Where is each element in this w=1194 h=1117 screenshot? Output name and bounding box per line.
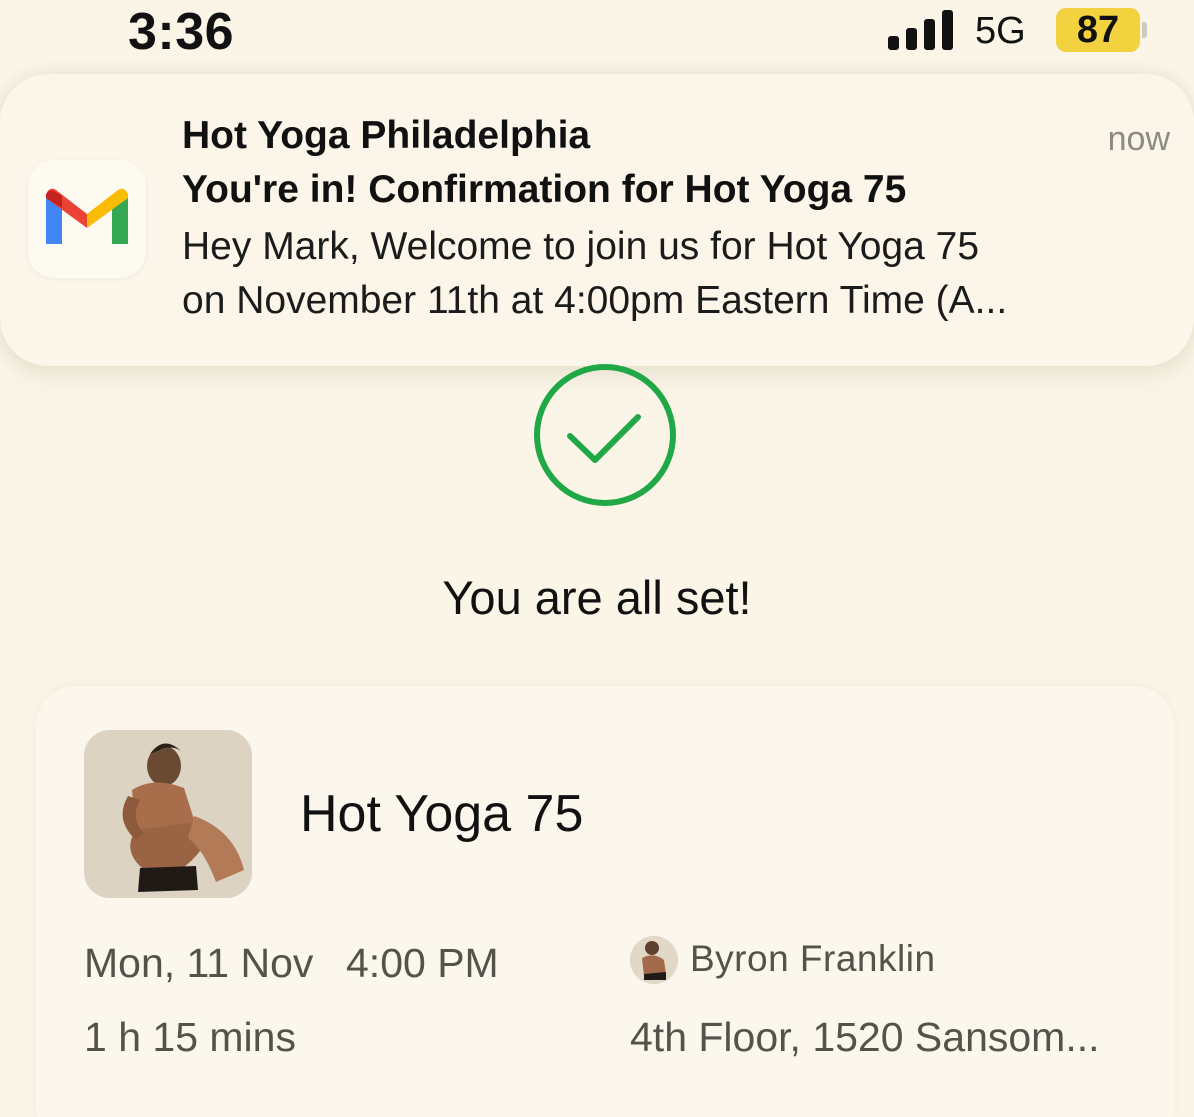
cellular-signal-icon [888,10,954,50]
notification-subject: You're in! Confirmation for Hot Yoga 75 [182,168,907,211]
notification-body-line-1: Hey Mark, Welcome to join us for Hot Yog… [182,225,980,268]
battery-level: 87 [1076,9,1120,51]
class-date: Mon, 11 Nov [84,940,314,986]
gmail-icon [28,160,146,278]
notification-sender: Hot Yoga Philadelphia [182,114,591,157]
network-type: 5G [975,10,1026,52]
battery-cap [1142,22,1147,38]
booking-confirmation-screen: 3:36 5G 87 Hot Yoga Philadelphia now You… [0,0,1194,1117]
email-notification-banner[interactable]: Hot Yoga Philadelphia now You're in! Con… [0,74,1194,366]
class-details-card[interactable]: Hot Yoga 75 Mon, 11 Nov 4:00 PM 1 h 15 m… [36,686,1174,1117]
battery-icon: 87 [1056,8,1140,52]
check-circle-icon [534,364,676,506]
class-time: 4:00 PM [346,940,499,986]
notification-body-line-2: on November 11th at 4:00pm Eastern Time … [182,279,1008,322]
status-bar: 3:36 5G 87 [0,0,1194,70]
class-location: 4th Floor, 1520 Sansom... [630,1014,1100,1060]
confirmation-message: You are all set! [442,571,752,624]
instructor-name: Byron Franklin [690,938,936,979]
class-name: Hot Yoga 75 [300,785,584,843]
class-thumbnail [84,730,252,898]
instructor-avatar [630,936,678,984]
class-duration: 1 h 15 mins [84,1014,296,1060]
notification-body: Hey Mark, Welcome to join us for Hot Yog… [182,220,1157,328]
status-time: 3:36 [128,3,235,61]
notification-time: now [1107,120,1170,158]
